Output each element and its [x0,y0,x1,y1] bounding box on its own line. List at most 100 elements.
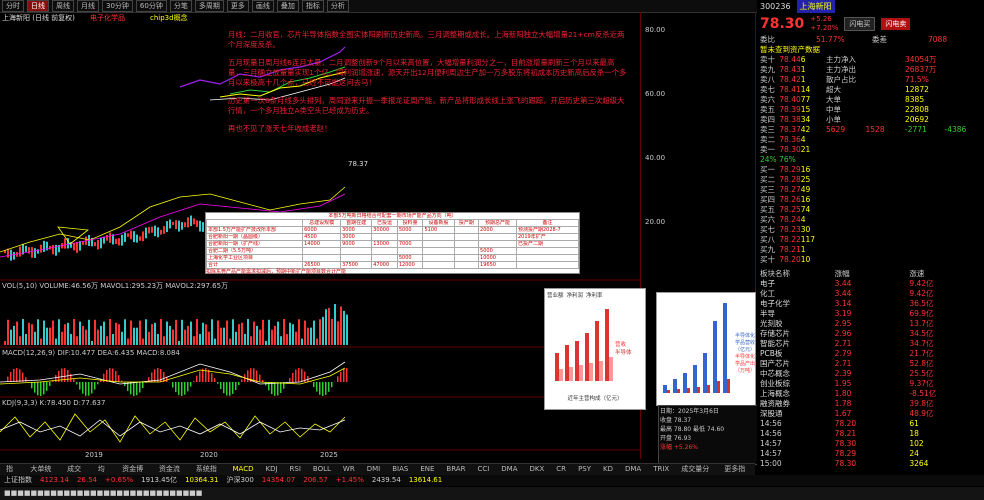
candle [100,237,102,249]
indicator-tab[interactable]: 系统指标 [190,464,227,484]
order-qty: 117 [800,235,816,244]
table-header: 备注 [516,219,579,227]
sector-row[interactable]: 电子 3.44 9.42亿 [760,279,984,289]
toolbar-item[interactable]: 画线 [251,0,274,12]
indicator-tab[interactable]: 资金博弈 [116,464,153,484]
revenue-chart-popup[interactable]: 营业额 净利润 净利率 近年主营构成（亿元） 营收 半导体 [544,288,646,410]
macd-bar [220,382,222,390]
volume-bar [313,320,315,345]
volume-bar [25,333,27,345]
flash-buy-button[interactable]: 闪电买 [844,17,876,31]
table-cell [396,233,424,241]
volume-bar [202,322,204,345]
toolbar-item[interactable]: 分时 [2,0,24,12]
toolbar-item[interactable]: 叠加 [276,0,299,12]
candle [64,238,66,249]
volume-bar [232,319,234,345]
indicator-tab[interactable]: PSY [572,464,597,475]
strip-item[interactable]: ■■■■■■■■■■■■■■■■■■■■■■■■■■■■■■ [0,487,206,500]
indicator-tab[interactable]: BIAS [386,464,414,475]
stat-label: 委比 [760,35,775,44]
flash-sell-button[interactable]: 闪电卖 [881,18,911,30]
indicator-tab[interactable]: DKX [524,464,551,475]
indicator-tab[interactable]: DMI [361,464,387,475]
table-row: 合肥新阳一期（晶圆级） 4500 3000 2019年扩产 [205,233,579,241]
indicator-tab[interactable]: DMA [495,464,523,475]
toolbar-item[interactable]: 日线 [27,0,49,12]
toolbar-item[interactable]: 月线 [77,0,99,12]
table-cell: 合肥新阳一期（晶圆级） [205,233,304,241]
volume-bar [67,322,69,345]
indicator-tab[interactable]: DMA [619,464,647,475]
indicator-tab[interactable]: BRAR [440,464,471,475]
candle [73,243,75,251]
sector-row[interactable]: 光刻胶 2.95 13.7亿 [760,319,984,329]
indicator-tab[interactable]: RSI [284,464,307,475]
indicator-tab[interactable]: 成交量 [61,464,92,484]
table-cell [422,233,455,241]
indicator-tab[interactable]: 大单统计 [24,464,61,484]
volume-bar [34,331,36,345]
toolbar-item[interactable]: 60分钟 [135,0,167,12]
volume-bar [28,322,30,345]
toolbar-item[interactable]: 指标 [301,0,324,12]
candle [127,233,129,237]
order-sell-row: 卖四 78.38 34 [760,115,820,125]
sector-row[interactable]: 深股通 1.67 48.9亿 [760,409,984,419]
sector-row[interactable]: 创业板综 1.95 9.37亿 [760,379,984,389]
sector-row[interactable]: 化工 3.44 9.42亿 [760,289,984,299]
indicator-tab[interactable]: ENE [414,464,440,475]
sector-row[interactable]: 电子化学 3.14 36.5亿 [760,299,984,309]
toolbar-item[interactable]: 分笔 [169,0,192,12]
toolbar-item[interactable]: 周线 [52,0,74,12]
sector-flow: 25.5亿 [909,369,934,378]
semi-chart-popup[interactable]: 半导体化学品营收（亿元） 半导体化学品产出（万吨） [656,292,756,406]
sector-row[interactable]: 存储芯片 2.96 34.5亿 [760,329,984,339]
info-row: 收盘 78.37 [660,417,692,424]
index-3-name[interactable]: 沪深300 [222,475,257,486]
indicator-tab[interactable]: 指标 [0,464,24,484]
sector-row[interactable]: PCB板 2.79 21.7亿 [760,349,984,359]
toolbar-item[interactable]: 30分钟 [102,0,133,12]
sector-row[interactable]: 智能芯片 2.71 34.7亿 [760,339,984,349]
indicator-tab[interactable]: KDJ [259,464,283,475]
sector-row[interactable]: 上海概念 1.80 -8.51亿 [760,389,984,399]
indicator-tab[interactable]: BOLL [307,464,337,475]
sector-pct: 1.95 [834,379,852,388]
indicator-tab[interactable]: CCI [471,464,495,475]
sector-col: 板块名称 [760,269,790,278]
volume-bar [205,324,207,345]
sector-row[interactable]: 融资融券 1.78 39.8亿 [760,399,984,409]
indicator-tab[interactable]: 成交量分析 [675,464,718,484]
macd-bar [319,382,321,395]
indicator-tab[interactable]: MACD [227,464,260,475]
table-cell: 3000 [340,233,373,241]
table-cell [453,233,480,241]
order-level: 卖九 [760,65,775,74]
order-level: 买四 [760,195,775,204]
indicator-tab[interactable]: 更多指标 [718,464,755,484]
sector-row[interactable]: 中芯概念 2.39 25.5亿 [760,369,984,379]
sector-row[interactable]: 半导 3.19 69.9亿 [760,309,984,319]
info-date: 日期：2025年3月6日 [660,408,719,415]
tick-price: 78.30 [834,459,857,468]
indicator-tab[interactable]: WR [337,464,361,475]
order-level: 卖四 [760,115,775,124]
sector-pct: 2.79 [834,349,852,358]
indicator-tab[interactable]: 资金流入 [153,464,190,484]
indicator-tab[interactable]: TRIX [647,464,675,475]
toolbar-item[interactable]: 更多 [226,0,249,12]
popup-tab[interactable]: 营业额 [547,291,564,299]
indicator-tab[interactable]: CR [550,464,572,475]
table-cell [453,247,480,255]
indicator-tab[interactable]: 均线 [92,464,116,484]
table-row: 合肥二期（5.5万吨） 5000 [205,247,579,255]
sector-row[interactable]: 国产芯片 2.71 52.8亿 [760,359,984,369]
popup-tab[interactable]: 净利润 [567,291,584,299]
toolbar-item[interactable]: 多周期 [194,0,224,12]
table-cell [371,247,398,255]
popup-tab[interactable]: 净利率 [586,291,603,299]
toolbar-item[interactable]: 分析 [326,0,349,12]
index-name[interactable]: 上证指数 [0,475,36,486]
indicator-tab[interactable]: KD [597,464,619,475]
